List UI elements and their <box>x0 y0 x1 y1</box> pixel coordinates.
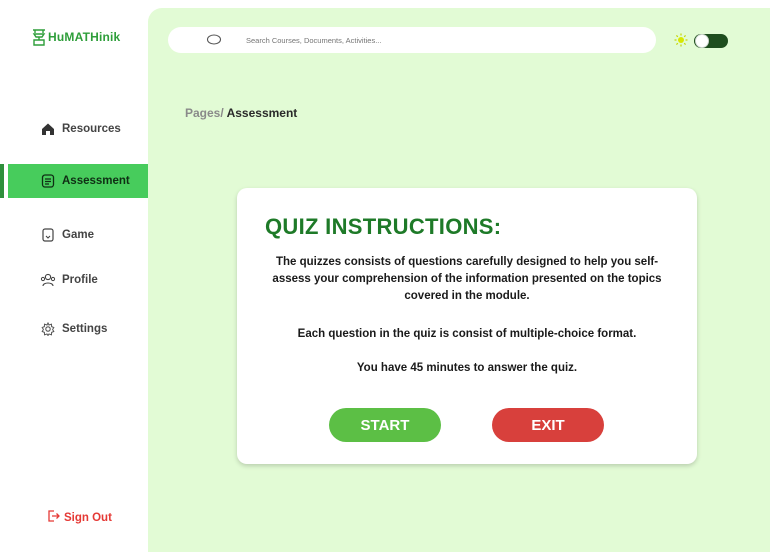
sidebar-item-label: Settings <box>62 323 108 335</box>
sidebar-item-label: Profile <box>62 274 98 286</box>
main-content: Pages/ Assessment QUIZ INSTRUCTIONS: The… <box>148 8 770 552</box>
bookmark-icon <box>40 227 56 243</box>
quiz-title: QUIZ INSTRUCTIONS: <box>265 214 502 239</box>
quiz-format-text: Each question in the quiz is consist of … <box>297 328 637 340</box>
sign-out-button[interactable]: Sign Out <box>46 509 112 526</box>
search-bar[interactable] <box>168 27 656 53</box>
search-input[interactable] <box>246 35 646 45</box>
sidebar-item-label: Assessment <box>62 175 130 187</box>
exit-button[interactable]: EXIT <box>492 408 604 442</box>
quiz-time-text: You have 45 minutes to answer the quiz. <box>356 362 578 374</box>
theme-toggle[interactable] <box>694 34 728 48</box>
sidebar-item-profile[interactable]: Profile <box>0 263 148 297</box>
sidebar-item-game[interactable]: Game <box>0 218 148 252</box>
sidebar-item-resources[interactable]: Resources <box>0 112 148 146</box>
app-window: HuMATHinik Resources Assessment Game Pro <box>0 0 770 552</box>
home-icon <box>40 121 56 137</box>
search-icon <box>206 33 222 51</box>
sidebar-item-assessment[interactable]: Assessment <box>0 164 153 198</box>
sidebar: HuMATHinik Resources Assessment Game Pro <box>0 0 153 552</box>
start-button[interactable]: START <box>329 408 441 442</box>
brand-name: HuMATHinik <box>48 30 121 44</box>
sidebar-item-settings[interactable]: Settings <box>0 312 148 346</box>
brand-logo[interactable]: HuMATHinik <box>32 28 120 46</box>
sidebar-item-label: Resources <box>62 123 121 135</box>
breadcrumb-current: Assessment <box>226 106 298 120</box>
gear-icon <box>40 321 56 337</box>
breadcrumb-parent[interactable]: Pages/ <box>185 106 224 120</box>
quiz-description: The quizzes consists of questions carefu… <box>272 256 662 302</box>
quiz-instructions-card: QUIZ INSTRUCTIONS: The quizzes consists … <box>237 188 697 464</box>
logo-icon <box>32 28 46 46</box>
sign-out-label: Sign Out <box>64 511 112 524</box>
document-icon <box>40 173 56 189</box>
sun-icon[interactable] <box>674 33 688 52</box>
sidebar-item-label: Game <box>62 229 94 241</box>
sign-out-icon <box>46 509 60 526</box>
breadcrumb: Pages/ Assessment <box>185 106 297 120</box>
users-icon <box>40 272 56 288</box>
toggle-knob <box>695 34 709 48</box>
